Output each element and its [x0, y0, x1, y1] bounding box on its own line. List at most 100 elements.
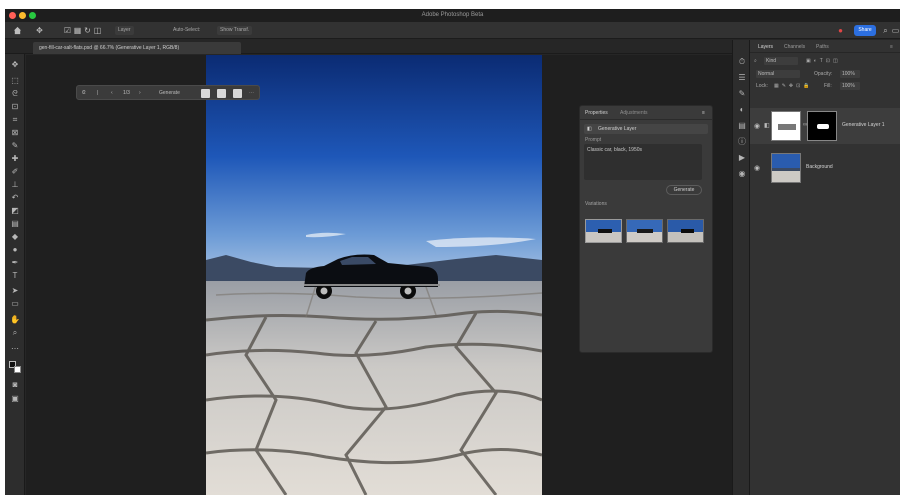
type-tool-icon[interactable]: T: [10, 271, 20, 281]
contextual-task-bar: ᘓ | ‹ 1/3 › Generate ⋯: [76, 85, 260, 100]
align-icon[interactable]: ▦: [73, 26, 82, 35]
layer-row[interactable]: ◉ Background: [750, 150, 900, 186]
frame-tool-icon[interactable]: ⊠: [10, 128, 20, 138]
opacity-label: Opacity:: [814, 71, 833, 77]
path-selection-tool-icon[interactable]: ➤: [10, 286, 20, 296]
filter-icons[interactable]: ▣◐T⊡◫: [806, 57, 841, 65]
taskbar-generate-button[interactable]: Generate: [159, 89, 180, 98]
show-transform-controls[interactable]: Show Transf.: [217, 26, 253, 35]
layers-panel-tabs: Layers Channels Paths ≡: [750, 40, 900, 53]
lasso-icon[interactable]: ᘓ: [82, 89, 86, 98]
layer-row[interactable]: ◉ ◧ ∞ Generative Layer 1: [750, 108, 900, 144]
canvas-area[interactable]: ᘓ | ‹ 1/3 › Generate ⋯ Properties Adjust…: [26, 55, 732, 495]
object-selection-tool-icon[interactable]: ⊡: [10, 102, 20, 112]
taskbar-variation-count: 1/3: [123, 90, 130, 96]
layer-name[interactable]: Background: [806, 164, 833, 170]
eraser-tool-icon[interactable]: ◩: [10, 206, 20, 216]
variation-thumbnail[interactable]: [585, 219, 622, 243]
visibility-eye-icon[interactable]: ◉: [754, 164, 760, 172]
layers-panel-menu-icon[interactable]: ≡: [890, 44, 893, 50]
move-tool-icon[interactable]: ✥: [10, 60, 20, 70]
healing-brush-tool-icon[interactable]: ✚: [10, 154, 20, 164]
move-tool-icon[interactable]: ✥: [35, 26, 44, 35]
more-tools-icon[interactable]: ⋯: [10, 344, 20, 354]
layer-mask-thumbnail[interactable]: [807, 111, 837, 141]
rectangle-tool-icon[interactable]: ▭: [10, 299, 20, 309]
document-image[interactable]: [206, 55, 542, 495]
prompt-label: Prompt: [585, 137, 602, 143]
share-button[interactable]: Share: [854, 25, 876, 36]
actions-icon[interactable]: ▶: [737, 153, 747, 163]
blur-tool-icon[interactable]: ◆: [10, 232, 20, 242]
panel-menu-icon[interactable]: ≡: [702, 110, 705, 116]
taskbar-divider: |: [97, 90, 99, 96]
more-options-icon[interactable]: ⋯: [249, 89, 254, 98]
crop-tool-icon[interactable]: ⌗: [10, 115, 20, 125]
layers-panel: Layers Channels Paths ≡ ⌕ Kind ▣◐T⊡◫ Nor…: [750, 40, 900, 495]
lasso-tool-icon[interactable]: ᘓ: [10, 89, 20, 99]
generative-layer-icon: ◧: [587, 126, 592, 132]
workspace-icon[interactable]: ▭: [891, 26, 900, 35]
report-icon[interactable]: [233, 89, 242, 98]
blend-mode-dropdown[interactable]: Normal: [756, 70, 800, 78]
history-brush-tool-icon[interactable]: ↶: [10, 193, 20, 203]
info-icon[interactable]: ⓘ: [737, 137, 747, 147]
tab-channels[interactable]: Channels: [784, 44, 805, 50]
taskbar-back-icon[interactable]: ‹: [111, 89, 113, 98]
tab-paths[interactable]: Paths: [816, 44, 829, 50]
screen-mode-icon[interactable]: ▣: [10, 394, 20, 404]
gradient-tool-icon[interactable]: ▤: [10, 219, 20, 229]
opacity-field[interactable]: 100%: [840, 70, 860, 78]
color-icon[interactable]: ◉: [737, 169, 747, 179]
variation-thumbnail[interactable]: [626, 219, 663, 243]
taskbar-forward-icon[interactable]: ›: [139, 89, 141, 98]
generative-layer-badge-icon: ◧: [764, 123, 770, 129]
brush-settings-icon[interactable]: ✎: [737, 89, 747, 99]
zoom-tool-icon[interactable]: ⌕: [10, 328, 20, 338]
fill-field[interactable]: 100%: [840, 82, 860, 90]
tab-layers[interactable]: Layers: [758, 44, 773, 50]
properties-icon[interactable]: ☰: [737, 73, 747, 83]
eyedropper-tool-icon[interactable]: ✎: [10, 141, 20, 151]
quick-mask-icon[interactable]: ◙: [10, 380, 20, 390]
history-icon[interactable]: ⏱: [737, 57, 747, 67]
tab-adjustments[interactable]: Adjustments: [620, 110, 648, 116]
thumbs-down-icon[interactable]: [217, 89, 226, 98]
options-bar: ✥ ☑ ▦ ↻ ◫ Layer Auto-Select: Show Transf…: [5, 22, 900, 39]
adjustments-icon[interactable]: ◐: [737, 105, 747, 115]
variation-thumbnail[interactable]: [667, 219, 704, 243]
generative-properties-panel: Properties Adjustments ≡ ◧ Generative La…: [579, 105, 713, 353]
auto-select-checkbox-icon[interactable]: ☑: [63, 26, 72, 35]
libraries-icon[interactable]: ▤: [737, 121, 747, 131]
variations-label: Variations: [585, 201, 607, 207]
title-bar: Adobe Photoshop Beta: [5, 9, 900, 22]
generative-layer-label: Generative Layer: [598, 126, 637, 132]
rotate-icon[interactable]: ↻: [83, 26, 92, 35]
marquee-tool-icon[interactable]: ⬚: [10, 76, 20, 86]
visibility-eye-icon[interactable]: ◉: [754, 122, 760, 130]
layer-name[interactable]: Generative Layer 1: [842, 122, 885, 128]
brush-tool-icon[interactable]: ✐: [10, 167, 20, 177]
cloud-icon[interactable]: ●: [836, 26, 845, 35]
home-icon[interactable]: [13, 26, 22, 35]
hand-tool-icon[interactable]: ✋: [10, 315, 20, 325]
pen-tool-icon[interactable]: ✒: [10, 258, 20, 268]
tab-properties[interactable]: Properties: [585, 110, 608, 116]
background-color-swatch[interactable]: [14, 366, 21, 373]
panel-tabs: Properties Adjustments ≡: [580, 106, 712, 120]
document-tab-bar: gen-fill-car-salt-flats.psd @ 66.7% (Gen…: [5, 40, 732, 54]
search-icon[interactable]: ⌕: [881, 26, 890, 35]
dodge-tool-icon[interactable]: ●: [10, 245, 20, 255]
panel-icon-strip: ⏱ ☰ ✎ ◐ ▤ ⓘ ▶ ◉: [732, 40, 750, 495]
thumbs-up-icon[interactable]: [201, 89, 210, 98]
auto-select-dropdown[interactable]: Layer: [115, 26, 134, 35]
clone-stamp-tool-icon[interactable]: ⊥: [10, 180, 20, 190]
generate-button[interactable]: Generate: [666, 185, 702, 195]
filter-kind-dropdown[interactable]: Kind: [764, 57, 798, 65]
document-tab[interactable]: gen-fill-car-salt-flats.psd @ 66.7% (Gen…: [33, 42, 241, 54]
window-title: Adobe Photoshop Beta: [421, 12, 484, 18]
fill-label: Fill:: [824, 83, 832, 89]
prompt-input[interactable]: Classic car, black, 1950s: [584, 144, 702, 180]
lock-icons[interactable]: ▦✎✥⊡🔒: [774, 82, 813, 90]
distribute-icon[interactable]: ◫: [93, 26, 102, 35]
